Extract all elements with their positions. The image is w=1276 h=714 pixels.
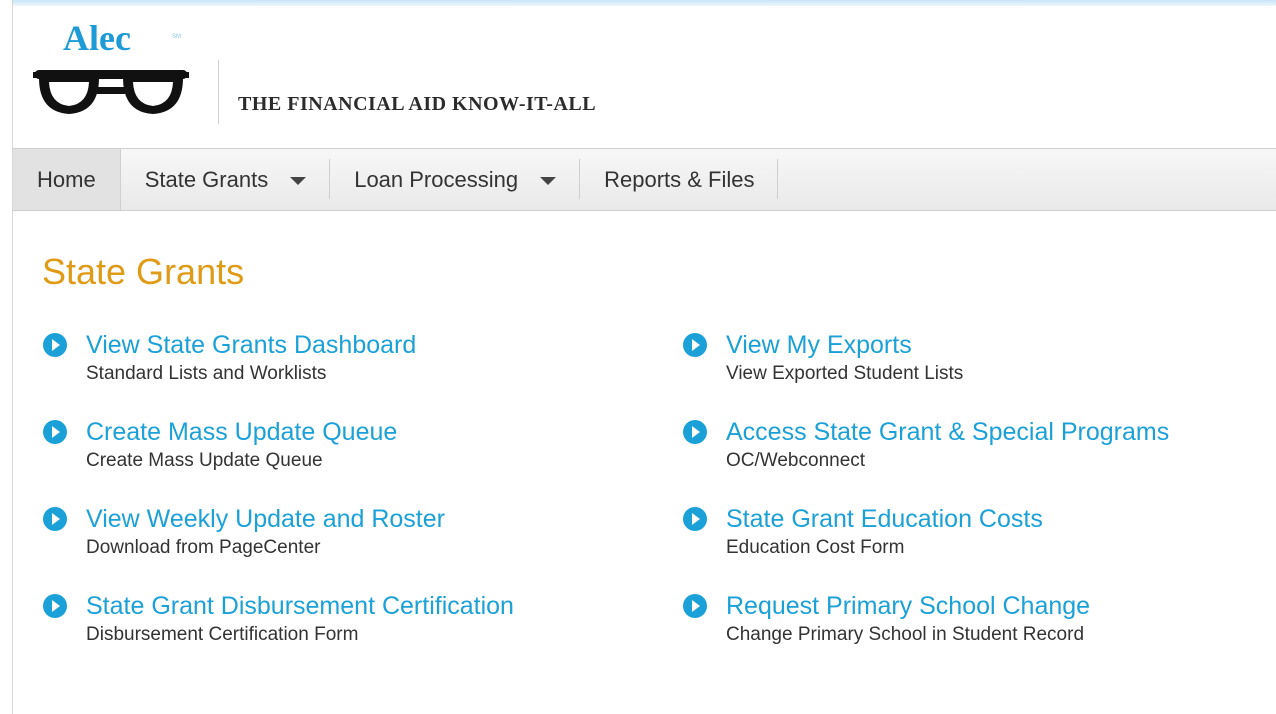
link-state-grant-disbursement-certification[interactable]: State Grant Disbursement Certification	[86, 591, 682, 621]
nav-state-grants[interactable]: State Grants	[121, 149, 331, 210]
nav-state-grants-label: State Grants	[144, 166, 269, 192]
link-description: Create Mass Update Queue	[86, 450, 323, 471]
logo-wordmark: Alec	[63, 18, 131, 58]
main-nav: Home State Grants Loan Processing Report…	[13, 149, 1276, 211]
nav-home-label: Home	[37, 166, 96, 192]
link-description: Change Primary School in Student Record	[726, 624, 1085, 645]
link-create-mass-update-queue[interactable]: Create Mass Update Queue	[86, 417, 682, 447]
nav-loan-processing[interactable]: Loan Processing	[330, 149, 581, 210]
nav-loan-processing-label: Loan Processing	[354, 166, 519, 192]
list-item: View State Grants Dashboard Standard Lis…	[42, 330, 682, 417]
circle-arrow-right-icon[interactable]	[42, 332, 68, 358]
circle-arrow-right-icon[interactable]	[682, 419, 708, 445]
link-view-state-grants-dashboard[interactable]: View State Grants Dashboard	[86, 330, 682, 360]
nav-separator	[777, 159, 779, 199]
page-title: State Grants	[42, 251, 245, 292]
site-header: Alec SM THE FINANCIAL AID KNOW-IT-ALL	[13, 6, 1276, 149]
circle-arrow-right-icon[interactable]	[42, 593, 68, 619]
link-description: OC/Webconnect	[726, 450, 866, 471]
circle-arrow-right-icon[interactable]	[682, 332, 708, 358]
link-description: Disbursement Certification Form	[86, 624, 359, 645]
link-description: Education Cost Form	[726, 537, 905, 558]
app-frame: Alec SM THE FINANCIAL AID KNOW-IT-ALL Ho…	[12, 0, 1276, 714]
list-item: Request Primary School Change Change Pri…	[682, 591, 1242, 678]
logo-trademark: SM	[172, 34, 181, 40]
nav-reports-files-label: Reports & Files	[604, 166, 755, 192]
alec-logo[interactable]: Alec SM	[33, 20, 193, 128]
link-view-weekly-update-roster[interactable]: View Weekly Update and Roster	[86, 504, 682, 534]
nav-home[interactable]: Home	[13, 149, 121, 210]
link-access-state-grant-special-programs[interactable]: Access State Grant & Special Programs	[726, 417, 1242, 447]
link-view-my-exports[interactable]: View My Exports	[726, 330, 1242, 360]
list-item: State Grant Education Costs Education Co…	[682, 504, 1242, 591]
list-item: State Grant Disbursement Certification D…	[42, 591, 682, 678]
nav-reports-files[interactable]: Reports & Files	[580, 149, 779, 210]
list-item: View Weekly Update and Roster Download f…	[42, 504, 682, 591]
chevron-down-icon	[290, 177, 307, 185]
header-divider	[218, 60, 219, 124]
link-request-primary-school-change[interactable]: Request Primary School Change	[726, 591, 1242, 621]
chevron-down-icon	[540, 177, 557, 185]
site-tagline: THE FINANCIAL AID KNOW-IT-ALL	[238, 93, 597, 115]
link-description: View Exported Student Lists	[726, 363, 964, 384]
state-grants-links: View State Grants Dashboard Standard Lis…	[42, 330, 1242, 678]
list-item: View My Exports View Exported Student Li…	[682, 330, 1242, 417]
circle-arrow-right-icon[interactable]	[42, 419, 68, 445]
link-description: Standard Lists and Worklists	[86, 363, 327, 384]
glasses-icon	[33, 70, 189, 114]
link-description: Download from PageCenter	[86, 537, 321, 558]
circle-arrow-right-icon[interactable]	[42, 506, 68, 532]
circle-arrow-right-icon[interactable]	[682, 593, 708, 619]
list-item: Create Mass Update Queue Create Mass Upd…	[42, 417, 682, 504]
circle-arrow-right-icon[interactable]	[682, 506, 708, 532]
link-state-grant-education-costs[interactable]: State Grant Education Costs	[726, 504, 1242, 534]
list-item: Access State Grant & Special Programs OC…	[682, 417, 1242, 504]
